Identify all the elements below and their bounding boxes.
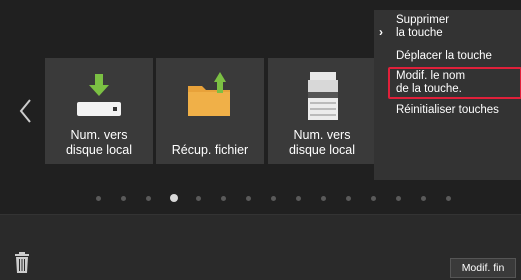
menu-item-move-key[interactable]: Déplacer la touche	[374, 50, 521, 63]
folder-upload-icon	[156, 70, 264, 122]
shortcut-tile-scan-to-hdd-2[interactable]: Num. vers disque local	[268, 58, 376, 164]
page-dot[interactable]	[86, 193, 111, 203]
page-dot[interactable]	[436, 193, 461, 203]
chevron-right-icon: ›	[379, 25, 383, 39]
page-dot[interactable]	[211, 193, 236, 203]
selection-highlight	[388, 67, 521, 99]
page-dot[interactable]	[236, 193, 261, 203]
tile-label: Num. vers disque local	[65, 128, 132, 157]
shortcut-tile-retrieve-file[interactable]: Récup. fichier	[156, 58, 264, 164]
page-dot[interactable]	[286, 193, 311, 203]
shortcut-tile-scan-to-hdd[interactable]: Num. vers disque local	[45, 58, 153, 164]
tile-label: Num. vers disque local	[288, 128, 355, 157]
page-dot[interactable]	[311, 193, 336, 203]
page-dot[interactable]	[261, 193, 286, 203]
bottom-bar	[0, 214, 521, 280]
trash-icon[interactable]	[14, 252, 30, 274]
menu-item-delete-key[interactable]: › Supprimer la touche	[374, 14, 521, 40]
page-dot[interactable]	[411, 193, 436, 203]
tile-label: Récup. fichier	[171, 143, 249, 157]
printer-scanner-icon	[268, 70, 376, 122]
page-indicator	[86, 193, 461, 203]
finish-edit-button[interactable]: Modif. fin	[450, 258, 516, 278]
page-dot[interactable]	[186, 193, 211, 203]
page-dot[interactable]	[336, 193, 361, 203]
page-dot[interactable]	[361, 193, 386, 203]
home-screen-edit-mode: Num. vers disque local Récup. fichier Nu…	[0, 0, 521, 280]
hdd-download-icon	[45, 70, 153, 122]
menu-item-reset-keys[interactable]: Réinitialiser touches	[374, 104, 521, 117]
page-dot-current[interactable]	[161, 193, 186, 203]
page-dot[interactable]	[111, 193, 136, 203]
page-dot[interactable]	[136, 193, 161, 203]
page-dot[interactable]	[386, 193, 411, 203]
chevron-left-icon[interactable]	[16, 96, 36, 126]
